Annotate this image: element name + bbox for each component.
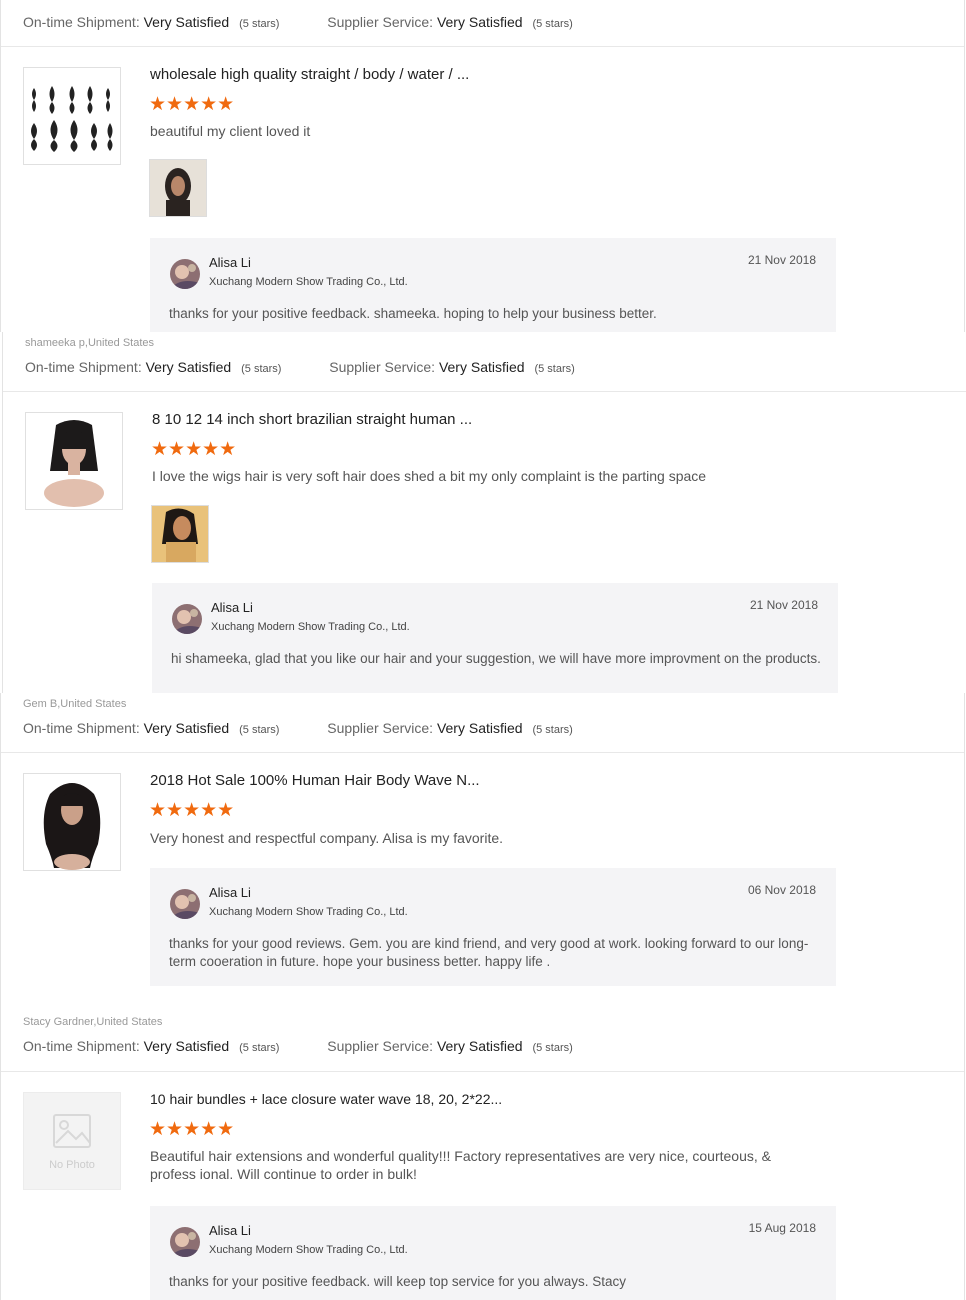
reviewer-name: Gem B,United States bbox=[23, 698, 127, 710]
review-card: shameeka p,United States On-time Shipmen… bbox=[2, 332, 966, 693]
service-label: Supplier Service: bbox=[327, 1038, 434, 1054]
divider bbox=[1, 752, 964, 753]
review-card: Stacy Gardner,United States On-time Ship… bbox=[0, 1003, 965, 1300]
product-thumbnail[interactable] bbox=[23, 67, 121, 165]
buyer-photo[interactable] bbox=[149, 159, 207, 217]
shipment-label: On-time Shipment: bbox=[23, 14, 140, 30]
seller-reply: Alisa Li Xuchang Modern Show Trading Co.… bbox=[152, 583, 838, 693]
buyer-feedback: beautiful my client loved it bbox=[150, 123, 311, 139]
reviewer-name: shameeka p,United States bbox=[25, 337, 155, 349]
product-thumbnail[interactable] bbox=[23, 773, 121, 871]
product-thumbnail[interactable] bbox=[25, 412, 123, 510]
divider bbox=[3, 391, 966, 392]
no-photo-icon bbox=[53, 1114, 91, 1148]
buyer-feedback: Beautiful hair extensions and wonderful … bbox=[150, 1148, 771, 1182]
shipment-value: Very Satisfied bbox=[143, 720, 230, 736]
divider bbox=[1, 46, 964, 47]
shipment-stars: (5 stars) bbox=[241, 363, 282, 375]
shipment-stars: (5 stars) bbox=[239, 18, 280, 30]
product-title[interactable]: 10 hair bundles + lace closure water wav… bbox=[150, 1091, 502, 1107]
shipment-value: Very Satisfied bbox=[143, 14, 230, 30]
reply-date: 21 Nov 2018 bbox=[749, 598, 818, 612]
service-value: Very Satisfied bbox=[438, 359, 525, 375]
product-title[interactable]: 8 10 12 14 inch short brazilian straight… bbox=[152, 411, 472, 428]
service-stars: (5 stars) bbox=[532, 1042, 573, 1054]
buyer-feedback: Very honest and respectful company. Alis… bbox=[150, 830, 504, 846]
service-label: Supplier Service: bbox=[329, 359, 436, 375]
avatar bbox=[170, 889, 200, 919]
reply-date: 06 Nov 2018 bbox=[747, 883, 816, 897]
service-value: Very Satisfied bbox=[436, 14, 523, 30]
star-rating: ★★★★★ bbox=[149, 94, 235, 115]
no-photo-label: No Photo bbox=[49, 1159, 95, 1171]
buyer-feedback: I love the wigs hair is very soft hair d… bbox=[152, 468, 707, 484]
buyer-photo[interactable] bbox=[151, 505, 209, 563]
shipment-label: On-time Shipment: bbox=[23, 720, 140, 736]
avatar bbox=[170, 259, 200, 289]
service-value: Very Satisfied bbox=[436, 1038, 523, 1054]
seller-reply: Alisa Li Xuchang Modern Show Trading Co.… bbox=[150, 1206, 836, 1300]
replier-name: Alisa Li bbox=[211, 600, 253, 615]
service-label: Supplier Service: bbox=[327, 14, 434, 30]
reply-text: thanks for your positive feedback. shame… bbox=[169, 306, 657, 321]
service-stars: (5 stars) bbox=[534, 363, 575, 375]
replier-company: Xuchang Modern Show Trading Co., Ltd. bbox=[211, 621, 410, 633]
product-title[interactable]: wholesale high quality straight / body /… bbox=[150, 66, 469, 83]
shipment-stars: (5 stars) bbox=[239, 1042, 280, 1054]
reply-text: hi shameeka, glad that you like our hair… bbox=[171, 651, 821, 666]
review-card: Gem B,United States On-time Shipment: Ve… bbox=[0, 693, 965, 1003]
replier-company: Xuchang Modern Show Trading Co., Ltd. bbox=[209, 1244, 408, 1256]
seller-reply: Alisa Li Xuchang Modern Show Trading Co.… bbox=[150, 238, 836, 332]
shipment-stars: (5 stars) bbox=[239, 724, 280, 736]
shipment-value: Very Satisfied bbox=[145, 359, 232, 375]
avatar bbox=[170, 1227, 200, 1257]
shipment-value: Very Satisfied bbox=[143, 1038, 230, 1054]
service-stars: (5 stars) bbox=[532, 18, 573, 30]
reply-text: thanks for your positive feedback. will … bbox=[169, 1274, 626, 1289]
star-rating: ★★★★★ bbox=[149, 1119, 235, 1140]
shipment-label: On-time Shipment: bbox=[25, 359, 142, 375]
avatar bbox=[172, 604, 202, 634]
replier-company: Xuchang Modern Show Trading Co., Ltd. bbox=[209, 276, 408, 288]
product-thumbnail[interactable]: No Photo bbox=[23, 1092, 121, 1190]
ratings-line: On-time Shipment: Very Satisfied (5 star… bbox=[25, 359, 575, 375]
replier-name: Alisa Li bbox=[209, 1223, 251, 1238]
ratings-line: On-time Shipment: Very Satisfied (5 star… bbox=[23, 14, 573, 30]
replier-name: Alisa Li bbox=[209, 885, 251, 900]
ratings-line: On-time Shipment: Very Satisfied (5 star… bbox=[23, 1038, 573, 1054]
reply-date: 15 Aug 2018 bbox=[748, 1221, 816, 1235]
divider bbox=[1, 1071, 964, 1072]
review-card: On-time Shipment: Very Satisfied (5 star… bbox=[0, 0, 965, 332]
reply-text: thanks for your good reviews. Gem. you a… bbox=[169, 936, 809, 969]
replier-name: Alisa Li bbox=[209, 255, 251, 270]
service-value: Very Satisfied bbox=[436, 720, 523, 736]
seller-reply: Alisa Li Xuchang Modern Show Trading Co.… bbox=[150, 868, 836, 986]
replier-company: Xuchang Modern Show Trading Co., Ltd. bbox=[209, 906, 408, 918]
shipment-label: On-time Shipment: bbox=[23, 1038, 140, 1054]
product-title[interactable]: 2018 Hot Sale 100% Human Hair Body Wave … bbox=[150, 772, 480, 789]
service-stars: (5 stars) bbox=[532, 724, 573, 736]
reply-date: 21 Nov 2018 bbox=[747, 253, 816, 267]
star-rating: ★★★★★ bbox=[149, 800, 235, 821]
service-label: Supplier Service: bbox=[327, 720, 434, 736]
reviewer-name: Stacy Gardner,United States bbox=[23, 1016, 163, 1028]
ratings-line: On-time Shipment: Very Satisfied (5 star… bbox=[23, 720, 573, 736]
star-rating: ★★★★★ bbox=[151, 439, 237, 460]
